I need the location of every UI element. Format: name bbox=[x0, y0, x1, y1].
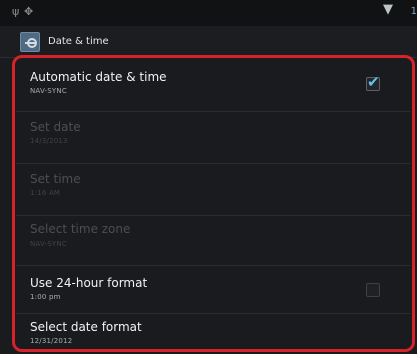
setting-title: Automatic date & time bbox=[30, 70, 167, 84]
setting-summary: 1:16 AM bbox=[30, 189, 61, 197]
settings-app-icon[interactable] bbox=[20, 32, 40, 52]
wifi-icon: ▼ bbox=[383, 2, 393, 17]
setting-summary: NAV-SYNC bbox=[30, 240, 67, 248]
setting-title: Use 24-hour format bbox=[30, 276, 148, 290]
status-time: 1 bbox=[410, 6, 417, 17]
checkmark-icon: ✔ bbox=[367, 73, 380, 91]
setting-summary: 1:00 pm bbox=[30, 293, 61, 301]
use-24-hour-format-checkbox[interactable] bbox=[366, 283, 380, 297]
automatic-date-time-checkbox[interactable]: ✔ bbox=[366, 73, 380, 91]
setting-title: Select time zone bbox=[30, 222, 131, 236]
android-debug-icon: ✥ bbox=[24, 5, 34, 18]
setting-select-date-format[interactable]: Select date format 12/31/2012 bbox=[16, 314, 410, 352]
usb-icon: ψ bbox=[12, 5, 20, 18]
setting-set-date: Set date 14/3/2013 bbox=[16, 112, 410, 164]
setting-use-24-hour-format[interactable]: Use 24-hour format 1:00 pm bbox=[16, 266, 410, 314]
setting-automatic-date-time[interactable]: Automatic date & time NAV-SYNC ✔ bbox=[16, 58, 410, 112]
setting-title: Select date format bbox=[30, 320, 142, 334]
setting-select-time-zone: Select time zone NAV-SYNC bbox=[16, 216, 410, 266]
setting-summary: 12/31/2012 bbox=[30, 337, 73, 345]
setting-summary: 14/3/2013 bbox=[30, 137, 68, 145]
status-bar: ψ ✥ ▼ 1 bbox=[0, 0, 417, 26]
page-title: Date & time bbox=[48, 36, 109, 47]
settings-list: Automatic date & time NAV-SYNC ✔ Set dat… bbox=[16, 58, 410, 352]
android-settings-screen: ψ ✥ ▼ 1 Date & time Automatic date & tim… bbox=[0, 0, 417, 354]
setting-set-time: Set time 1:16 AM bbox=[16, 164, 410, 216]
action-bar: Date & time bbox=[0, 26, 417, 58]
setting-summary: NAV-SYNC bbox=[30, 87, 67, 95]
setting-title: Set date bbox=[30, 120, 81, 134]
setting-title: Set time bbox=[30, 172, 81, 186]
